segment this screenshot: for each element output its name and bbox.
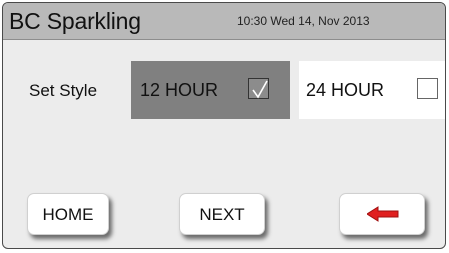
- screen-frame: BC Sparkling 10:30 Wed 14, Nov 2013 Set …: [2, 2, 446, 249]
- set-style-label: Set Style: [29, 81, 98, 100]
- checkbox-24-hour[interactable]: [417, 78, 438, 99]
- option-12-hour[interactable]: 12 HOUR: [131, 61, 290, 119]
- option-24-hour[interactable]: 24 HOUR: [299, 61, 445, 119]
- next-button-label: NEXT: [199, 205, 245, 224]
- home-button[interactable]: HOME: [27, 193, 109, 235]
- left-arrow-icon: [367, 206, 399, 222]
- option-24-hour-label: 24 HOUR: [306, 80, 385, 100]
- datetime-display: 10:30 Wed 14, Nov 2013: [237, 14, 370, 28]
- option-12-hour-label: 12 HOUR: [140, 80, 219, 100]
- app-title: BC Sparkling: [9, 8, 141, 34]
- back-button[interactable]: [339, 193, 425, 235]
- next-button[interactable]: NEXT: [179, 193, 265, 235]
- home-button-label: HOME: [42, 205, 94, 224]
- checkmark-icon: [252, 80, 268, 99]
- checkbox-12-hour[interactable]: [248, 78, 269, 99]
- title-bar: BC Sparkling 10:30 Wed 14, Nov 2013: [3, 3, 445, 40]
